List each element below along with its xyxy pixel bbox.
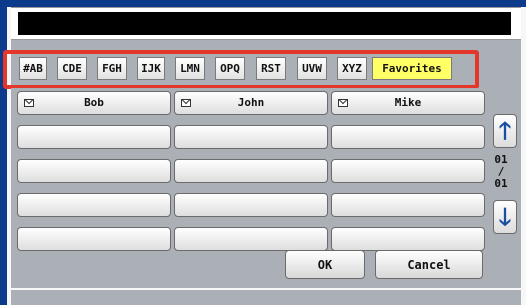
contact-slot-empty[interactable] bbox=[17, 193, 171, 217]
contact-slot-empty[interactable] bbox=[174, 193, 328, 217]
scroll-down-button[interactable]: 🡓 bbox=[493, 200, 517, 234]
contact-slot-empty[interactable] bbox=[331, 159, 485, 183]
contact-slot-empty[interactable] bbox=[331, 125, 485, 149]
contact-slot-empty[interactable] bbox=[174, 125, 328, 149]
address-input[interactable] bbox=[18, 12, 511, 35]
scroll-up-button[interactable]: 🡑 bbox=[493, 114, 517, 148]
arrow-up-icon: 🡑 bbox=[498, 117, 512, 145]
contact-slot-empty[interactable] bbox=[331, 193, 485, 217]
cancel-button[interactable]: Cancel bbox=[375, 250, 483, 279]
contact-slot-empty[interactable] bbox=[17, 227, 171, 251]
contact-name: John bbox=[237, 96, 265, 109]
page-total: 01 bbox=[494, 177, 508, 190]
contact-name: Bob bbox=[84, 96, 104, 109]
arrow-down-icon: 🡓 bbox=[498, 203, 512, 231]
page-current: 01 bbox=[494, 153, 508, 166]
contact-slot-empty[interactable] bbox=[174, 227, 328, 251]
bottom-bar bbox=[11, 290, 521, 305]
contact-button-john[interactable]: John bbox=[174, 91, 328, 115]
page-separator: / bbox=[497, 165, 505, 178]
contact-slot-empty[interactable] bbox=[331, 227, 485, 251]
contact-button-bob[interactable]: Bob bbox=[17, 91, 171, 115]
contact-slot-empty[interactable] bbox=[17, 125, 171, 149]
contact-slot-empty[interactable] bbox=[17, 159, 171, 183]
contact-button-mike[interactable]: Mike bbox=[331, 91, 485, 115]
scroll-controls: 🡑 01 / 01 🡓 bbox=[489, 112, 521, 252]
contact-slot-empty[interactable] bbox=[174, 159, 328, 183]
tabs-highlight-frame bbox=[3, 50, 479, 89]
ok-button[interactable]: OK bbox=[285, 250, 365, 279]
contact-name: Mike bbox=[394, 96, 422, 109]
top-frame-band bbox=[7, 0, 526, 7]
left-frame-bar bbox=[0, 0, 7, 305]
